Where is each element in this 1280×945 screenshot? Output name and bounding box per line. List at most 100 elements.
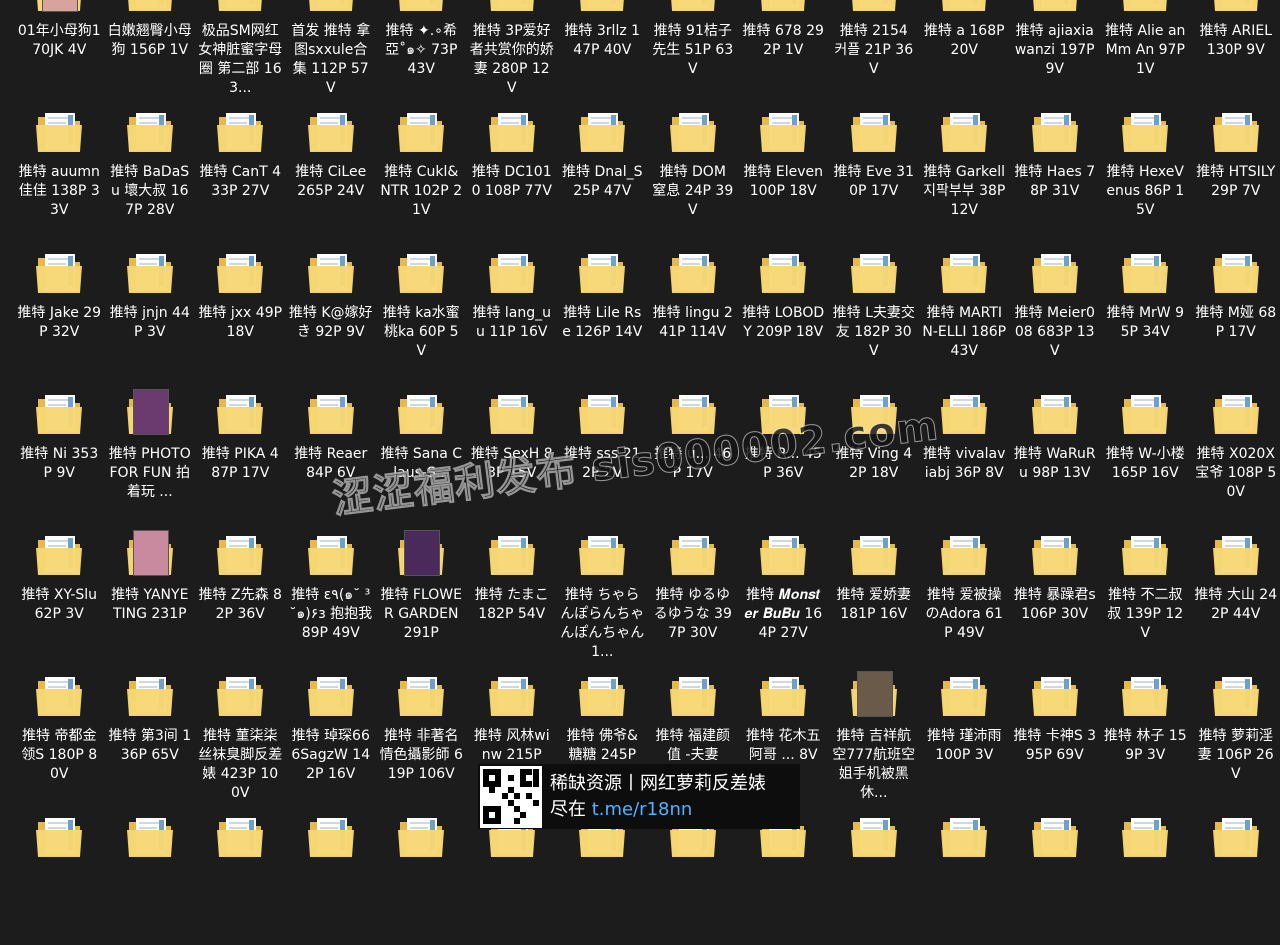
folder-item[interactable]: 推特 XY-Slu 62P 3V	[14, 522, 105, 663]
folder-item[interactable]: 推特 ゆるゆるゆうな 397P 30V	[648, 522, 739, 663]
folder-item[interactable]: 推特 ajiaxiawanzi 197P 9V	[1010, 0, 1101, 99]
folder-label: 推特 福建颜值 -夫妻	[651, 727, 735, 765]
folder-item[interactable]: 推特 MrW 95P 34V	[1100, 240, 1191, 381]
folder-item[interactable]: 推特 ✦.∘希亞˚๑✧ 73P 43V	[376, 0, 467, 99]
folder-icon	[1028, 528, 1082, 582]
folder-item[interactable]: 推特 K@嫁好き 92P 9V	[286, 240, 377, 381]
folder-item[interactable]: 推特 YANYETING 231P	[105, 522, 196, 663]
folder-item[interactable]	[286, 804, 377, 945]
folder-item[interactable]: 推特 Lile Rse 126P 14V	[557, 240, 648, 381]
folder-item[interactable]: 推特 BaDaSu 壞大叔 167P 28V	[105, 99, 196, 240]
folder-item[interactable]: 推特 M娅 68P 17V	[1191, 240, 1280, 381]
folder-item[interactable]: 推特 ARIEL 130P 9V	[1191, 0, 1280, 99]
folder-item[interactable]: 推特 ちゃらんぽらんちゃんぽんちゃん 1...	[557, 522, 648, 663]
folder-item[interactable]: 推特 W-小楼 165P 16V	[1100, 381, 1191, 522]
folder-item[interactable]: 极品SM网红女神脏蜜字母圈 第二部 163...	[195, 0, 286, 99]
folder-item[interactable]: 推特 DOM 窒息 24P 39V	[648, 99, 739, 240]
folder-item[interactable]	[1100, 804, 1191, 945]
folder-item[interactable]: 推特 Haes 78P 31V	[1010, 99, 1101, 240]
folder-icon-wrap	[666, 528, 720, 582]
folder-item[interactable]: 推特 LOBODY 209P 18V	[738, 240, 829, 381]
folder-item[interactable]	[376, 804, 467, 945]
folder-item[interactable]: 推特 PIKA 487P 17V	[195, 381, 286, 522]
folder-item[interactable]: 推特 Garkell 지팍부부 38P 12V	[919, 99, 1010, 240]
banner-link[interactable]: t.me/r18nn	[592, 799, 693, 820]
folder-item[interactable]: 推特 Meier008 683P 13V	[1010, 240, 1101, 381]
folder-item[interactable]	[1191, 804, 1280, 945]
folder-item[interactable]: 推特 帝都金领S 180P 80V	[14, 663, 105, 804]
folder-item[interactable]	[105, 804, 196, 945]
folder-item[interactable]: 推特 Jake 29P 32V	[14, 240, 105, 381]
folder-item[interactable]	[829, 804, 920, 945]
folder-item[interactable]: 推特 Eleven 100P 18V	[738, 99, 829, 240]
folder-icon	[575, 0, 629, 18]
folder-item[interactable]: 01年小母狗170JK 4V	[14, 0, 105, 99]
folder-item[interactable]: 推特 X020X宝爷 108P 50V	[1191, 381, 1280, 522]
folder-item[interactable]: 推特 吉祥航空777航班空姐手机被黑 休...	[829, 663, 920, 804]
folder-label: 推特 佛爷&糖糖 245P	[560, 727, 644, 765]
folder-item[interactable]: 推特 WaRuRu 98P 13V	[1010, 381, 1101, 522]
folder-item[interactable]: 推特 2154 커플 21P 36V	[829, 0, 920, 99]
folder-item[interactable]: 推特 lingu 241P 114V	[648, 240, 739, 381]
folder-item[interactable]: 推特 第3间 136P 65V	[105, 663, 196, 804]
folder-item[interactable]: 白嫩翘臀小母狗 156P 1V	[105, 0, 196, 99]
folder-item[interactable]: 推特 不二叔叔 139P 12V	[1100, 522, 1191, 663]
folder-item[interactable]: 推特 大山 242P 44V	[1191, 522, 1280, 663]
folder-icon-wrap	[575, 246, 629, 300]
folder-item[interactable]: 推特 爱被操のAdora 61P 49V	[919, 522, 1010, 663]
folder-icon	[304, 669, 358, 723]
promo-banner[interactable]: 稀缺资源丨网红萝莉反差婊 尽在 t.me/r18nn	[478, 764, 800, 829]
folder-item[interactable]: 推特 MARTIN-ELLI 186P 43V	[919, 240, 1010, 381]
folder-label: 推特 CanT 433P 27V	[198, 163, 282, 201]
folder-item[interactable]: 推特 琸琛666SagzW 142P 16V	[286, 663, 377, 804]
folder-item[interactable]	[1010, 804, 1101, 945]
folder-icon-wrap	[304, 246, 358, 300]
folder-item[interactable]: 推特 CanT 433P 27V	[195, 99, 286, 240]
folder-item[interactable]: 首发 推特 拿图sxxule合集 112P 57V	[286, 0, 377, 99]
folder-item[interactable]: 推特 Alie an Mm An 97P 1V	[1100, 0, 1191, 99]
folder-item[interactable]: 推特 678 292P 1V	[738, 0, 829, 99]
folder-item[interactable]: 推特 HexeVenus 86P 15V	[1100, 99, 1191, 240]
folder-item[interactable]: 推特 Cukl&NTR 102P 21V	[376, 99, 467, 240]
folder-item[interactable]: 推特 91桔子先生 51P 63V	[648, 0, 739, 99]
folder-item[interactable]: 推特 L夫妻交友 182P 30V	[829, 240, 920, 381]
folder-label: 推特 Haes 78P 31V	[1013, 163, 1097, 201]
folder-item[interactable]	[14, 804, 105, 945]
folder-item[interactable]: 推特 卡神S 395P 69V	[1010, 663, 1101, 804]
folder-item[interactable]: 推特 瑾沛雨 100P 3V	[919, 663, 1010, 804]
folder-item[interactable]: 推特 林子 159P 3V	[1100, 663, 1191, 804]
folder-item[interactable]: 推特 暴躁君s 106P 30V	[1010, 522, 1101, 663]
folder-item[interactable]: 推特 萝莉淫妻 106P 26V	[1191, 663, 1280, 804]
folder-item[interactable]: 推特 DC1010 108P 77V	[467, 99, 558, 240]
folder-item[interactable]: 推特 ε٩(๑˘ ³˘๑)۶з 抱抱我 89P 49V	[286, 522, 377, 663]
folder-item[interactable]: 推特 auumn佳佳 138P 33V	[14, 99, 105, 240]
folder-item[interactable]	[919, 804, 1010, 945]
folder-item[interactable]: 推特 FLOWER GARDEN 291P	[376, 522, 467, 663]
folder-item[interactable]: 推特 Dnal_S 25P 47V	[557, 99, 648, 240]
folder-item[interactable]: 推特 爱娇妻 181P 16V	[829, 522, 920, 663]
folder-item[interactable]: 推特 lang_uu 11P 16V	[467, 240, 558, 381]
folder-item[interactable]: 推特 3P爱好者共赏你的娇妻 280P 12V	[467, 0, 558, 99]
folder-item[interactable]: 推特 Ni 353P 9V	[14, 381, 105, 522]
folder-item[interactable]: 推特 𝑴𝒐𝒏𝒔𝒕𝒆𝒓 𝑩𝒖𝑩𝒖 164P 27V	[738, 522, 829, 663]
folder-item[interactable]: 推特 たまこ 182P 54V	[467, 522, 558, 663]
folder-item[interactable]	[195, 804, 286, 945]
folder-label: 推特 K@嫁好き 92P 9V	[289, 304, 373, 342]
folder-icon	[1028, 387, 1082, 441]
folder-item[interactable]: 推特 菫柒柒丝袜臭脚反差婊 423P 100V	[195, 663, 286, 804]
folder-item[interactable]: 推特 HTSILY 29P 7V	[1191, 99, 1280, 240]
folder-icon-wrap	[32, 246, 86, 300]
folder-item[interactable]: 推特 PHOTO FOR FUN 拍着玩 ...	[105, 381, 196, 522]
folder-item[interactable]: 推特 a 168P 20V	[919, 0, 1010, 99]
folder-item[interactable]: 推特 Eve 310P 17V	[829, 99, 920, 240]
folder-item[interactable]: 推特 CiLee 265P 24V	[286, 99, 377, 240]
folder-item[interactable]: 推特 3rllz 147P 40V	[557, 0, 648, 99]
folder-icon-wrap	[1209, 105, 1263, 159]
folder-item[interactable]: 推特 Z先森 82P 36V	[195, 522, 286, 663]
folder-icon-wrap	[937, 0, 991, 18]
folder-item[interactable]: 推特 jxx 49P 18V	[195, 240, 286, 381]
folder-item[interactable]: 推特 ka水蜜桃ka 60P 5V	[376, 240, 467, 381]
folder-item[interactable]: 推特 jnjn 44P 3V	[105, 240, 196, 381]
banner-prefix: 尽在	[550, 799, 592, 820]
folder-item[interactable]: 推特 非著名情色攝影師 619P 106V	[376, 663, 467, 804]
